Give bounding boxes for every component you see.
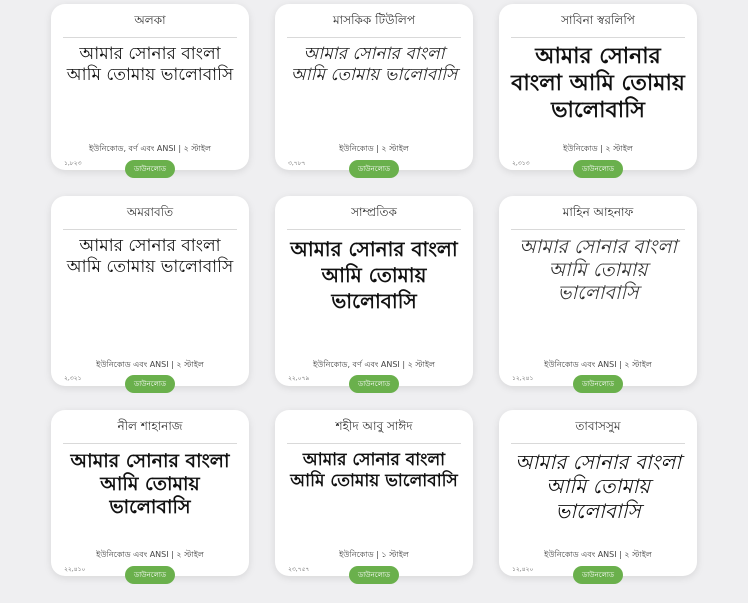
font-meta: ইউনিকোড এবং ANSI | ২ স্টাইল (544, 360, 652, 369)
download-button[interactable]: ডাউনলোড (349, 160, 399, 178)
font-name[interactable]: সাম্প্রতিক (287, 204, 461, 230)
download-button[interactable]: ডাউনলোড (349, 566, 399, 584)
download-count: ১২,২৪১ (512, 375, 534, 382)
download-button[interactable]: ডাউনলোড (573, 566, 623, 584)
font-meta: ইউনিকোড এবং ANSI | ২ স্টাইল (544, 550, 652, 559)
font-meta: ইউনিকোড, বর্ণ এবং ANSI | ২ স্টাইল (88, 144, 212, 153)
font-preview: আমার সোনার বাংলা আমি তোমায় ভালোবাসি (290, 44, 458, 85)
font-card[interactable]: তাবাসসুম আমার সোনার বাংলা আমি তোমায় ভাল… (499, 410, 697, 584)
font-meta: ইউনিকোড | ২ স্টাইল (563, 144, 633, 153)
font-preview: আমার সোনার বাংলা আমি তোমায় ভালোবাসি (514, 450, 682, 523)
font-card[interactable]: শহীদ আবু সাঈদ আমার সোনার বাংলা আমি তোমায… (275, 410, 473, 584)
font-card[interactable]: অমরাবতি আমার সোনার বাংলা আমি তোমায় ভালো… (51, 196, 249, 393)
font-name[interactable]: মাসকিক টিউলিপ (287, 12, 461, 38)
download-count: ২৩,৭৫৭ (288, 566, 310, 573)
font-card[interactable]: মাসকিক টিউলিপ আমার সোনার বাংলা আমি তোমায… (275, 4, 473, 178)
font-card[interactable]: নীল শাহানাজ আমার সোনার বাংলা আমি তোমায় … (51, 410, 249, 584)
font-card[interactable]: সাম্প্রতিক আমার সোনার বাংলা আমি তোমায় ভ… (275, 196, 473, 393)
download-button[interactable]: ডাউনলোড (125, 566, 175, 584)
download-button[interactable]: ডাউনলোড (573, 160, 623, 178)
download-count: ১২,৪২০ (512, 566, 534, 573)
font-preview: আমার সোনার বাংলা আমি তোমায় ভালোবাসি (290, 237, 458, 313)
font-meta: ইউনিকোড এবং ANSI | ২ স্টাইল (96, 360, 204, 369)
font-preview: আমার সোনার বাংলা আমি তোমায় ভালোবাসি (519, 236, 677, 305)
font-name[interactable]: সাবিনা স্বরলিপি (511, 12, 685, 38)
font-preview: আমার সোনার বাংলা আমি তোমায় ভালোবাসি (66, 236, 234, 277)
font-name[interactable]: অমরাবতি (63, 204, 237, 230)
download-button[interactable]: ডাউনলোড (125, 375, 175, 393)
font-preview: আমার সোনার বাংলা আমি তোমায় ভালোবাসি (511, 44, 685, 123)
download-count: ১,৮২৩ (64, 160, 82, 167)
download-count: ২,৩১৩ (512, 160, 530, 167)
font-name[interactable]: মাহিন আহনাফ (511, 204, 685, 230)
download-count: ২২,৪১০ (64, 566, 86, 573)
font-preview: আমার সোনার বাংলা আমি তোমায় ভালোবাসি (70, 450, 230, 519)
font-name[interactable]: অলকা (63, 12, 237, 38)
download-count: ৩,৭৮৭ (288, 160, 306, 167)
font-meta: ইউনিকোড, বর্ণ এবং ANSI | ২ স্টাইল (312, 360, 436, 369)
download-button[interactable]: ডাউনলোড (125, 160, 175, 178)
font-preview: আমার সোনার বাংলা আমি তোমায় ভালোবাসি (290, 450, 458, 491)
font-preview: আমার সোনার বাংলা আমি তোমায় ভালোবাসি (66, 44, 234, 85)
font-name[interactable]: শহীদ আবু সাঈদ (287, 418, 461, 444)
download-count: ২২,০৭৯ (288, 375, 310, 382)
download-button[interactable]: ডাউনলোড (349, 375, 399, 393)
font-meta: ইউনিকোড | ১ স্টাইল (339, 550, 409, 559)
download-count: ২,৩২১ (64, 375, 82, 382)
font-card[interactable]: অলকা আমার সোনার বাংলা আমি তোমায় ভালোবাস… (51, 4, 249, 178)
font-card[interactable]: মাহিন আহনাফ আমার সোনার বাংলা আমি তোমায় … (499, 196, 697, 393)
font-name[interactable]: তাবাসসুম (511, 418, 685, 444)
download-button[interactable]: ডাউনলোড (573, 375, 623, 393)
font-card[interactable]: সাবিনা স্বরলিপি আমার সোনার বাংলা আমি তোম… (499, 4, 697, 178)
font-meta: ইউনিকোড | ২ স্টাইল (339, 144, 409, 153)
font-grid: অলকা আমার সোনার বাংলা আমি তোমায় ভালোবাস… (51, 4, 697, 584)
font-meta: ইউনিকোড এবং ANSI | ২ স্টাইল (96, 550, 204, 559)
font-name[interactable]: নীল শাহানাজ (63, 418, 237, 444)
